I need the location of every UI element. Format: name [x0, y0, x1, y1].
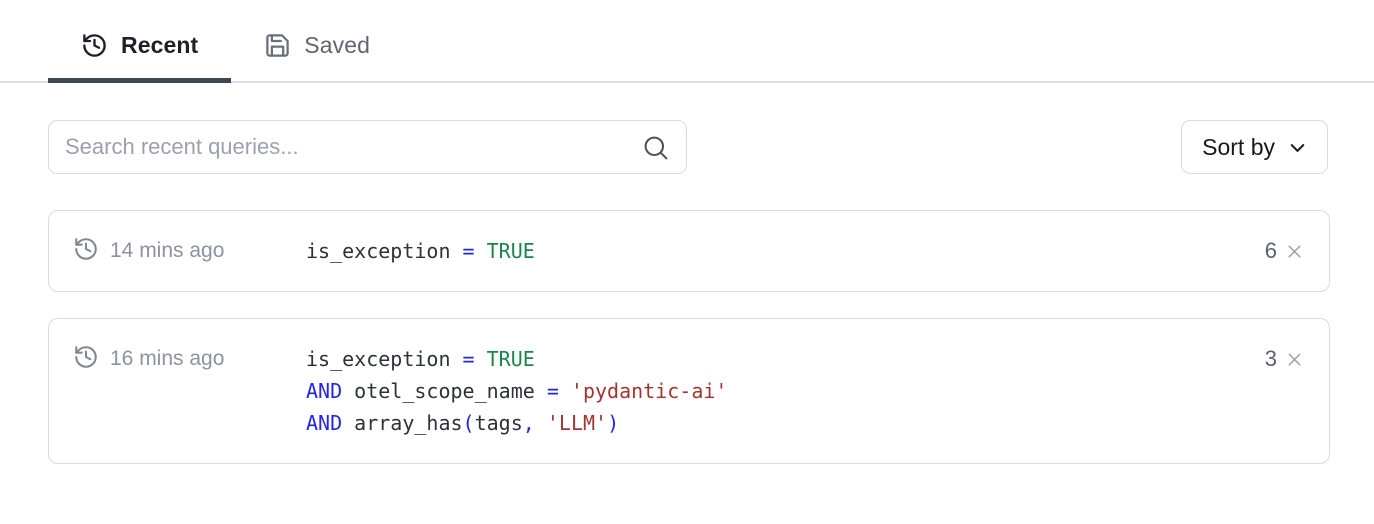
query-card[interactable]: 14 mins ago is_exception = TRUE 6 [48, 210, 1330, 292]
query-card[interactable]: 16 mins ago is_exception = TRUEAND otel_… [48, 318, 1330, 464]
sort-by-button[interactable]: Sort by [1181, 120, 1328, 174]
search-box [48, 120, 687, 174]
query-meta: 16 mins ago [73, 343, 306, 375]
query-time: 14 mins ago [110, 239, 224, 263]
query-count-group: 6 [1265, 235, 1305, 267]
sort-by-label: Sort by [1202, 134, 1275, 161]
toolbar: Sort by [48, 120, 1328, 174]
history-icon [73, 236, 99, 267]
usage-count: 6 [1265, 238, 1277, 264]
tab-bar: Recent Saved [0, 0, 1374, 83]
query-list: 14 mins ago is_exception = TRUE 6 [48, 210, 1330, 464]
query-meta: 14 mins ago [73, 235, 306, 267]
delete-query-button[interactable] [1284, 349, 1305, 370]
history-icon [73, 344, 99, 375]
close-icon [1284, 241, 1305, 262]
tab-recent-label: Recent [121, 32, 198, 59]
query-time: 16 mins ago [110, 347, 224, 371]
usage-count: 3 [1265, 346, 1277, 372]
close-icon [1284, 349, 1305, 370]
delete-query-button[interactable] [1284, 241, 1305, 262]
query-count-group: 3 [1265, 343, 1305, 375]
tab-recent[interactable]: Recent [48, 24, 231, 81]
query-code: is_exception = TRUE [306, 235, 1265, 267]
save-icon [264, 32, 291, 59]
tab-saved[interactable]: Saved [231, 24, 403, 81]
query-code: is_exception = TRUEAND otel_scope_name =… [306, 343, 1265, 439]
history-icon [81, 32, 108, 59]
search-input[interactable] [48, 120, 687, 174]
search-icon [641, 133, 670, 167]
chevron-down-icon [1286, 136, 1309, 159]
tab-saved-label: Saved [304, 32, 370, 59]
